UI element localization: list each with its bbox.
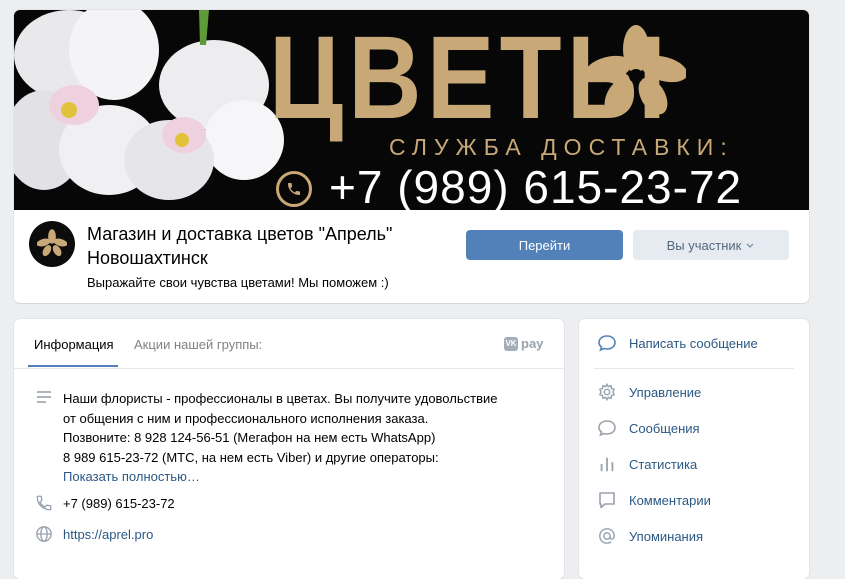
chat-icon xyxy=(597,333,617,353)
description-line: от общения с ним и профессионального исп… xyxy=(63,410,429,426)
member-dropdown-button[interactable]: Вы участник xyxy=(633,230,789,260)
description-line: Наши флористы - профессионалы в цветах. … xyxy=(63,391,498,406)
chat-icon xyxy=(597,418,617,438)
tab-promotions[interactable]: Акции нашей группы: xyxy=(134,337,262,352)
flower-logo-icon xyxy=(37,229,67,257)
info-tabs: Информация Акции нашей группы: VK pay xyxy=(14,319,564,369)
side-menu-card: Написать сообщение Управление Сообщения … xyxy=(579,319,809,579)
phone-icon xyxy=(34,493,54,513)
vkpay-button[interactable]: VK pay xyxy=(504,336,543,351)
gear-icon xyxy=(597,382,617,402)
vk-logo-icon: VK xyxy=(504,336,518,351)
sidebar-item-label: Комментарии xyxy=(629,492,711,508)
phone-number: +7 (989) 615-23-72 xyxy=(63,496,175,511)
sidebar-item-comments[interactable]: Комментарии xyxy=(597,488,711,512)
flower-logo-icon xyxy=(586,25,686,115)
globe-icon xyxy=(34,524,54,544)
website-link[interactable]: https://aprel.pro xyxy=(63,527,153,542)
sidebar-item-label: Управление xyxy=(629,384,702,400)
chevron-down-icon xyxy=(746,243,754,248)
stats-icon xyxy=(597,454,617,474)
vkpay-label: pay xyxy=(521,336,544,351)
divider xyxy=(594,368,794,369)
sidebar-item-label: Сообщения xyxy=(629,420,700,436)
page-title: Магазин и доставка цветов "Апрель" Новош… xyxy=(87,224,393,268)
cover-subtitle: СЛУЖБА ДОСТАВКИ: xyxy=(389,134,734,160)
show-more-link[interactable]: Показать полностью… xyxy=(63,467,543,487)
sidebar-item-label: Статистика xyxy=(629,456,698,472)
sidebar-item-statistics[interactable]: Статистика xyxy=(597,452,697,476)
member-label: Вы участник xyxy=(666,237,742,253)
group-header-card: ЦВЕТЫ СЛУЖБА ДОСТАВКИ: +7 (989) 615-23-7… xyxy=(14,10,809,303)
go-button[interactable]: Перейти xyxy=(466,230,623,260)
description-icon xyxy=(34,387,54,407)
group-status: Выражайте свои чувства цветами! Мы помож… xyxy=(87,275,389,290)
tab-information[interactable]: Информация xyxy=(34,337,114,352)
info-card: Информация Акции нашей группы: VK pay На… xyxy=(14,319,564,579)
description-line: 8 989 615-23-72 (МТС, на нем есть Viber)… xyxy=(63,449,439,465)
active-tab-indicator xyxy=(28,365,118,367)
sidebar-item-messages[interactable]: Сообщения xyxy=(597,416,700,440)
avatar[interactable] xyxy=(29,221,75,267)
phone-icon xyxy=(276,171,312,207)
sidebar-item-manage[interactable]: Управление xyxy=(597,380,701,404)
description-line: Позвоните: 8 928 124-56-51 (Мегафон на н… xyxy=(63,430,436,445)
sidebar-item-mentions[interactable]: Упоминания xyxy=(597,524,703,548)
write-message-button[interactable]: Написать сообщение xyxy=(597,331,758,355)
cover-phone: +7 (989) 615-23-72 xyxy=(329,161,743,210)
at-icon xyxy=(597,526,617,546)
group-description: Наши флористы - профессионалы в цветах. … xyxy=(63,389,543,487)
comment-icon xyxy=(597,490,617,510)
sidebar-item-label: Упоминания xyxy=(629,528,704,544)
write-message-label: Написать сообщение xyxy=(629,335,758,351)
cover-image: ЦВЕТЫ СЛУЖБА ДОСТАВКИ: +7 (989) 615-23-7… xyxy=(14,10,809,210)
